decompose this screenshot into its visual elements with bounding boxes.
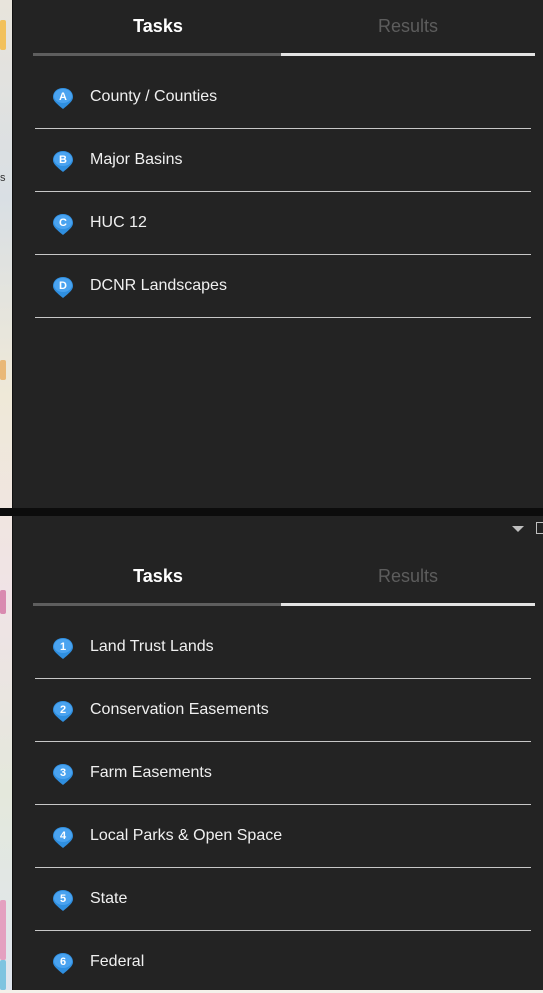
- map-pin-icon: 6: [53, 953, 73, 974]
- list-item-label: Federal: [90, 953, 145, 970]
- tab-results[interactable]: Results: [283, 4, 533, 50]
- pin-marker-label: 3: [60, 767, 66, 779]
- tab-tasks[interactable]: Tasks: [33, 4, 283, 50]
- list-item[interactable]: C HUC 12: [35, 192, 531, 255]
- list-item-label: County / Counties: [90, 88, 218, 105]
- panel-divider: [0, 508, 543, 516]
- map-pin-icon: C: [53, 214, 73, 235]
- top-task-panel: Tasks Results A County / Counties B Majo…: [12, 0, 543, 508]
- list-item-label: Land Trust Lands: [90, 638, 214, 655]
- list-item[interactable]: B Major Basins: [35, 129, 531, 192]
- map-pin-icon: 1: [53, 638, 73, 659]
- list-item[interactable]: 3 Farm Easements: [35, 742, 531, 805]
- list-item[interactable]: 4 Local Parks & Open Space: [35, 805, 531, 868]
- maximize-icon[interactable]: [536, 522, 543, 534]
- map-feature: [0, 900, 6, 960]
- tab-bar: Tasks Results: [33, 554, 543, 606]
- task-list: 1 Land Trust Lands 2 Conservation Easeme…: [35, 616, 531, 993]
- map-feature: [0, 590, 6, 614]
- tab-bar: Tasks Results: [33, 4, 543, 56]
- pin-marker-label: 5: [60, 893, 66, 905]
- pin-marker-label: 2: [60, 704, 66, 716]
- list-item[interactable]: 1 Land Trust Lands: [35, 616, 531, 679]
- pin-marker-label: B: [59, 154, 67, 166]
- map-pin-icon: 5: [53, 890, 73, 911]
- list-item[interactable]: D DCNR Landscapes: [35, 255, 531, 318]
- map-pin-icon: 2: [53, 701, 73, 722]
- pin-marker-label: D: [59, 280, 67, 292]
- tab-indicator: [281, 53, 535, 56]
- map-label: s: [0, 172, 6, 184]
- map-pin-icon: 3: [53, 764, 73, 785]
- map-pin-icon: A: [53, 88, 73, 109]
- map-pin-icon: D: [53, 277, 73, 298]
- pin-marker-label: 6: [60, 956, 66, 968]
- window-controls: [504, 520, 543, 536]
- list-item-label: Farm Easements: [90, 764, 212, 781]
- list-item[interactable]: 6 Federal: [35, 931, 531, 993]
- task-list: A County / Counties B Major Basins C HUC…: [35, 66, 531, 318]
- map-feature: [0, 20, 6, 50]
- pin-marker-label: 1: [60, 641, 66, 653]
- list-item-label: Local Parks & Open Space: [90, 827, 283, 844]
- list-item[interactable]: 5 State: [35, 868, 531, 931]
- list-item[interactable]: A County / Counties: [35, 66, 531, 129]
- tab-indicator-active: [33, 53, 281, 56]
- pin-marker-label: 4: [60, 830, 67, 842]
- list-item-label: Major Basins: [90, 151, 183, 168]
- tab-results[interactable]: Results: [283, 554, 533, 600]
- list-item-label: State: [90, 890, 128, 907]
- map-feature: [0, 960, 6, 990]
- map-feature: [0, 360, 6, 380]
- list-item-label: HUC 12: [90, 214, 147, 231]
- list-item-label: DCNR Landscapes: [90, 277, 227, 294]
- tab-indicator: [281, 603, 535, 606]
- list-item[interactable]: 2 Conservation Easements: [35, 679, 531, 742]
- bottom-task-panel: Tasks Results 1 Land Trust Lands 2 Conse…: [12, 516, 543, 990]
- tab-indicator-active: [33, 603, 281, 606]
- map-background-strip: s: [0, 0, 12, 990]
- pin-marker-label: C: [59, 217, 67, 229]
- tab-tasks[interactable]: Tasks: [33, 554, 283, 600]
- pin-marker-label: A: [59, 91, 67, 103]
- map-pin-icon: 4: [53, 827, 73, 848]
- map-pin-icon: B: [53, 151, 73, 172]
- list-item-label: Conservation Easements: [90, 701, 269, 718]
- caret-down-icon[interactable]: [512, 526, 524, 532]
